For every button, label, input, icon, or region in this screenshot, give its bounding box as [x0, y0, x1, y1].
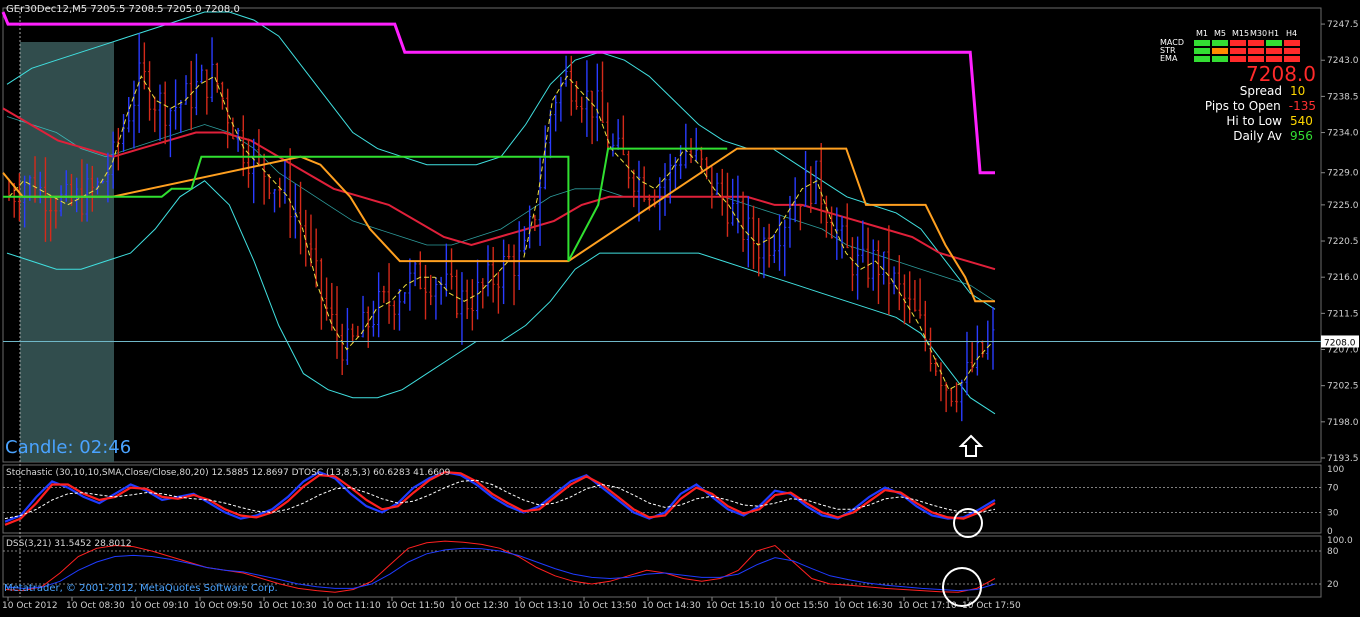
indicator-cell	[1248, 48, 1264, 54]
stoch-y-tick-label: 30	[1327, 508, 1339, 518]
y-tick-label: 7234.0	[1327, 129, 1359, 139]
stoch-y-tick-label: 70	[1327, 484, 1339, 494]
indicator-cell	[1230, 48, 1246, 54]
x-tick-label: 10 Oct 2012	[2, 601, 58, 611]
indicator-cell	[1248, 40, 1264, 46]
x-tick-label: 10 Oct 17:10	[898, 601, 957, 611]
x-tick-label: 10 Oct 09:10	[130, 601, 189, 611]
dss-y-tick-label: 80	[1327, 547, 1339, 557]
indicator-cell	[1212, 56, 1228, 62]
indicator-cell	[1194, 48, 1210, 54]
trading-chart: 7247.5 7243.0 7238.5 7234.0 7229.0 7225.0 7220…	[0, 0, 1360, 613]
stochastic-title: Stochastic (30,10,10,SMA,Close/Close,80,…	[6, 468, 451, 478]
x-tick-label: 10 Oct 13:50	[578, 601, 637, 611]
stat-label: Pips to Open	[1204, 99, 1281, 113]
x-tick-label: 10 Oct 16:30	[834, 601, 893, 611]
y-tick-label: 7202.5	[1327, 382, 1359, 392]
y-tick-label: 7229.0	[1327, 169, 1359, 179]
y-tick-label: 7216.0	[1327, 273, 1359, 283]
y-tick-label: 7198.0	[1327, 418, 1359, 428]
up-arrow-icon	[958, 434, 984, 457]
stat-row: Pips to Open -135	[1205, 99, 1316, 113]
x-tick-label: 10 Oct 15:50	[770, 601, 829, 611]
stat-value: 540	[1290, 114, 1313, 128]
session-box	[20, 42, 114, 462]
indicator-cell	[1266, 40, 1282, 46]
stat-label: Spread	[1239, 84, 1282, 98]
indicator-cell	[1266, 48, 1282, 54]
x-tick-label: 10 Oct 13:10	[514, 601, 573, 611]
current-price-big: 7208.0	[1246, 62, 1316, 86]
stat-value: 10	[1290, 84, 1306, 98]
indicator-cell	[1212, 40, 1228, 46]
indicator-cell	[1284, 48, 1300, 54]
stat-label: Hi to Low	[1226, 114, 1282, 128]
symbol-header: GEr30Dec12,M5 7205.5 7208.5 7205.0 7208.…	[6, 4, 240, 15]
stoch-series-2	[4, 470, 996, 526]
indicator-cell	[1230, 56, 1246, 62]
indicator-label: EMA	[1160, 54, 1178, 63]
x-tick-label: 10 Oct 12:30	[450, 601, 509, 611]
x-tick-label: 10 Oct 14:30	[642, 601, 701, 611]
dss-y-tick-label: 20	[1327, 580, 1339, 590]
x-tick-label: 10 Oct 10:30	[258, 601, 317, 611]
stat-label: Daily Av	[1233, 129, 1282, 143]
stat-row: Hi to Low 540	[1226, 114, 1316, 128]
x-tick-label: 10 Oct 17:50	[962, 601, 1021, 611]
x-tick-label: 10 Oct 08:30	[66, 601, 125, 611]
current-price-tag-label: 7208.0	[1324, 338, 1356, 348]
timeframe-label: H4	[1286, 29, 1298, 38]
timeframe-label: M30	[1250, 29, 1268, 38]
x-tick-label: 10 Oct 11:10	[322, 601, 381, 611]
indicator-cell	[1194, 56, 1210, 62]
dss-title: DSS(3,21) 31.5452 28.8012	[6, 539, 132, 549]
x-tick-label: 10 Oct 11:50	[386, 601, 445, 611]
signal-line	[8, 75, 994, 391]
timeframe-label: M15	[1232, 29, 1250, 38]
y-tick-label: 7211.5	[1327, 309, 1359, 319]
indicator-cell	[1230, 40, 1246, 46]
stoch-y-tick-label: 100	[1327, 465, 1344, 475]
y-tick-label: 7243.0	[1327, 56, 1359, 66]
panel-frame-1	[2, 7, 1322, 463]
stat-row: Spread 10	[1240, 84, 1316, 98]
candle-timer: Candle: 02:46	[5, 437, 132, 458]
y-tick-label: 7220.5	[1327, 237, 1359, 247]
indicator-cell	[1212, 48, 1228, 54]
timeframe-label: M5	[1214, 29, 1226, 38]
indicator-cell	[1284, 40, 1300, 46]
dss-y-tick-label: 100.0	[1327, 536, 1353, 546]
y-tick-label: 7238.5	[1327, 92, 1359, 102]
stat-value: 956	[1290, 129, 1313, 143]
stat-value: -135	[1288, 99, 1316, 113]
timeframe-label: M1	[1196, 29, 1208, 38]
stat-row: Daily Av 956	[1233, 129, 1316, 143]
x-tick-label: 10 Oct 15:10	[706, 601, 765, 611]
y-tick-label: 7225.0	[1327, 201, 1359, 211]
indicator-cell	[1194, 40, 1210, 46]
copyright-text: Metatrader, © 2001-2012, MetaQuotes Soft…	[4, 583, 278, 594]
timeframe-label: H1	[1268, 29, 1280, 38]
bollinger-upper	[6, 11, 996, 310]
y-tick-label: 7247.5	[1327, 20, 1359, 30]
y-tick-label: 7193.5	[1327, 454, 1359, 464]
x-tick-label: 10 Oct 09:50	[194, 601, 253, 611]
chart-svg: 7247.5 7243.0 7238.5 7234.0 7229.0 7225.0 7220…	[1, 7, 1359, 611]
